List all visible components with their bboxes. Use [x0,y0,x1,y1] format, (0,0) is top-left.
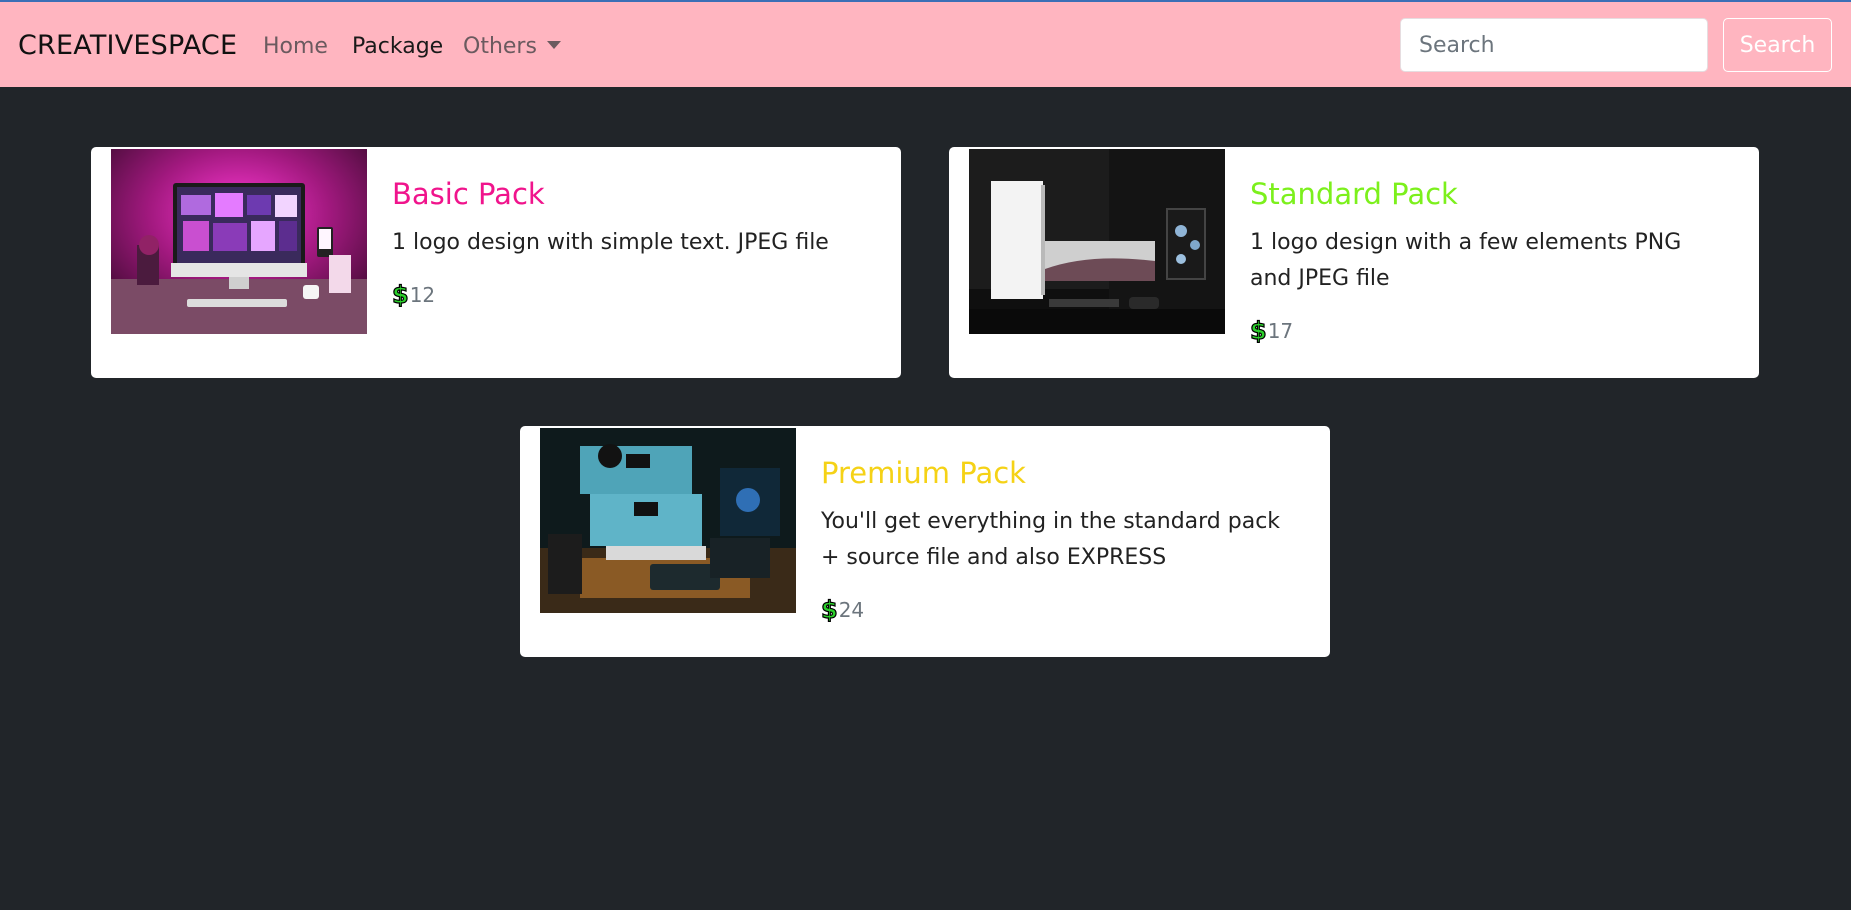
card-description: 1 logo design with simple text. JPEG fil… [392,230,829,255]
navbar: CREATIVESPACE Home Package Others Search [0,2,1851,87]
nav-link-package[interactable]: Package [352,34,443,59]
price-value: 12 [409,283,436,307]
nav-dropdown-others[interactable]: Others [463,34,561,59]
card-body-premium: Premium Pack You'll get everything in th… [820,456,1300,624]
card-title: Premium Pack [821,456,1026,490]
card-body-standard: Standard Pack 1 logo design with a few e… [1249,177,1729,345]
search-button[interactable]: Search [1723,18,1832,72]
card-image-premium [540,428,796,613]
card-body-basic: Basic Pack 1 logo design with simple tex… [391,177,871,309]
price-value: 24 [838,598,865,622]
card-image-basic [111,149,367,334]
card-title: Basic Pack [392,177,545,211]
search-input[interactable] [1400,18,1708,72]
package-card-premium: Premium Pack You'll get everything in th… [520,426,1330,657]
card-price: $24 [820,596,1300,624]
card-description: 1 logo design with a few elements PNG an… [1250,230,1682,291]
package-card-standard: Standard Pack 1 logo design with a few e… [949,147,1759,378]
brand-logo[interactable]: CREATIVESPACE [18,30,237,61]
package-card-basic: Basic Pack 1 logo design with simple tex… [91,147,901,378]
card-title: Standard Pack [1250,177,1458,211]
price-value: 17 [1267,319,1294,343]
card-image-standard [969,149,1225,334]
dollar-icon: $ [820,596,838,624]
caret-down-icon [546,41,561,49]
dollar-icon: $ [391,281,409,309]
card-description: You'll get everything in the standard pa… [821,509,1281,570]
card-price: $17 [1249,317,1729,345]
nav-link-home[interactable]: Home [263,34,328,59]
dollar-icon: $ [1249,317,1267,345]
nav-dropdown-others-label: Others [463,34,537,59]
card-price: $12 [391,281,871,309]
